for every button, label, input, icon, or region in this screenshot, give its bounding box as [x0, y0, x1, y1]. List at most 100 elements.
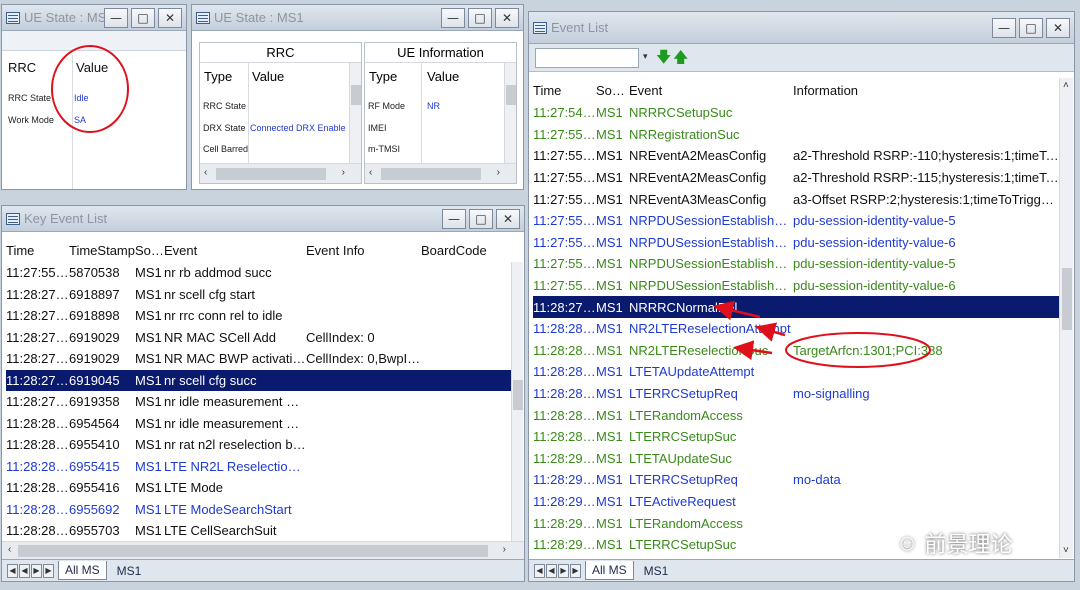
ue-info-vertical-scrollbar[interactable] [504, 63, 516, 163]
first-tab-icon[interactable]: ◀ [7, 563, 18, 578]
rrc-horizontal-scrollbar[interactable]: ‹ › [200, 163, 361, 183]
table-row[interactable]: 11:28:29.906MS1 LTEActiveRequest [533, 491, 1059, 513]
key-event-vertical-scrollbar[interactable] [511, 262, 523, 542]
minimize-button[interactable]: — [992, 18, 1016, 38]
last-tab-icon[interactable]: ▶ [43, 563, 54, 578]
col-time[interactable]: Time [533, 78, 596, 102]
scroll-right-icon[interactable]: › [497, 167, 500, 178]
table-row[interactable]: 11:28:27.5736918898 MS1nr rrc conn rel to… [6, 305, 511, 327]
next-tab-icon[interactable]: ▶ [558, 563, 569, 578]
minimize-button[interactable]: — [104, 8, 128, 28]
col-boardcode[interactable]: BoardCode [421, 238, 511, 262]
table-row[interactable]: 11:27:55.225MS1 NRPDUSessionEstablishAtte… [533, 210, 1059, 232]
scroll-thumb[interactable] [351, 85, 361, 105]
table-row[interactable]: 11:28:27.5776919029 MS1NR MAC SCell Add Ce… [6, 327, 511, 349]
table-row[interactable]: 11:28:27.5876919358 MS1nr idle measuremen… [6, 391, 511, 413]
table-row[interactable]: 11:27:55.453MS1 NRPDUSessionEstablishSucp… [533, 253, 1059, 275]
table-row[interactable]: 11:28:27.5776919029 MS1NR MAC BWP activat… [6, 348, 511, 370]
scroll-left-icon[interactable]: ‹ [204, 167, 207, 178]
minimize-button[interactable]: — [441, 8, 465, 28]
col-source[interactable]: Sou... [135, 238, 164, 262]
prev-tab-icon[interactable]: ◀ [19, 563, 30, 578]
scroll-right-icon[interactable]: › [503, 544, 506, 555]
maximize-button[interactable]: □ [468, 8, 492, 28]
close-button[interactable]: ✕ [496, 209, 520, 229]
table-row[interactable]: 11:28:28.6886955416 MS1LTE Mode [6, 477, 511, 499]
table-row[interactable]: 11:27:55.5765870538 MS1nr rb addmod succ [6, 262, 511, 284]
table-row[interactable]: 11:28:28.6876955410 MS1nr rat n2l reselec… [6, 434, 511, 456]
table-row[interactable]: 11:28:28.917MS1 LTERRCSetupSuc [533, 426, 1059, 448]
col-information[interactable]: Information [793, 78, 1059, 102]
table-row[interactable]: 11:27:55.571MS1 NRPDUSessionEstablishSucp… [533, 275, 1059, 297]
col-event-info[interactable]: Event Info [306, 238, 421, 262]
col-event[interactable]: Event [164, 238, 306, 262]
scroll-thumb[interactable] [381, 168, 481, 180]
col-rrc-header[interactable]: RRC [8, 60, 36, 75]
table-row[interactable]: 11:27:55.234MS1 NRPDUSessionEstablishAtte… [533, 232, 1059, 254]
scroll-thumb[interactable] [1062, 268, 1072, 330]
move-down-icon[interactable]: 🡇 [656, 47, 671, 72]
table-row[interactable]: 11:28:28.6886955415 MS1LTE NR2L Reselecti… [6, 456, 511, 478]
event-list-titlebar[interactable]: Event List — □ ✕ [529, 12, 1074, 44]
tab-all-ms[interactable]: All MS [58, 561, 107, 580]
scroll-thumb[interactable] [506, 85, 516, 105]
filter-dropdown-icon[interactable]: ▾ [643, 51, 648, 62]
last-tab-icon[interactable]: ▶ [570, 563, 581, 578]
table-row[interactable]: 11:28:28.887MS1 LTERRCSetupReq mo-signalli… [533, 383, 1059, 405]
cell-source: MS1 [596, 407, 623, 423]
col-timestamp[interactable]: TimeStamp [69, 238, 135, 262]
cell-timestamp: 6954564 [69, 415, 120, 431]
ue-state-1-titlebar[interactable]: UE State : MS1 — □ ✕ [2, 5, 186, 31]
filter-input[interactable] [535, 48, 639, 68]
table-row[interactable]: 11:27:55.212MS1 NREventA2MeasConfig a2-Thr… [533, 167, 1059, 189]
rrc-vertical-scrollbar[interactable] [349, 63, 361, 163]
scroll-thumb[interactable] [216, 168, 326, 180]
table-row[interactable]: 11:28:29.108MS1 LTETAUpdateSuc [533, 448, 1059, 470]
ue-info-horizontal-scrollbar[interactable]: ‹ › [365, 163, 516, 183]
table-row[interactable]: 11:28:28.6966955692 MS1LTE ModeSearchStar… [6, 499, 511, 521]
maximize-button[interactable]: □ [1019, 18, 1043, 38]
table-row[interactable]: 11:28:27.5776919045MS1nr scell cfg succ [6, 369, 511, 391]
ue-col-type[interactable]: Type [369, 69, 397, 84]
key-event-list-titlebar[interactable]: Key Event List — □ ✕ [2, 206, 524, 232]
cell-information [793, 426, 1059, 448]
prev-tab-icon[interactable]: ◀ [546, 563, 557, 578]
col-source[interactable]: Sou... [596, 78, 629, 102]
maximize-button[interactable]: □ [469, 209, 493, 229]
col-event[interactable]: Event [629, 78, 793, 102]
table-row[interactable]: 11:28:27.5736918897 MS1nr scell cfg start [6, 284, 511, 306]
scroll-thumb[interactable] [513, 380, 523, 410]
scroll-left-icon[interactable]: ‹ [8, 544, 11, 555]
table-row[interactable]: 11:28:28.900MS1 LTERandomAccess [533, 404, 1059, 426]
table-row[interactable]: 11:27:55.212MS1 NREventA2MeasConfig a2-Thr… [533, 145, 1059, 167]
tab-ms1[interactable]: MS1 [111, 562, 148, 580]
close-button[interactable]: ✕ [495, 8, 519, 28]
table-row[interactable]: 11:27:55.206MS1 NRRegistrationSuc [533, 124, 1059, 146]
table-row[interactable]: 11:27:54.237MS1 NRRRCSetupSuc [533, 102, 1059, 124]
rrc-col-value[interactable]: Value [252, 69, 284, 84]
scroll-right-icon[interactable]: › [342, 167, 345, 178]
table-row[interactable]: 11:27:55.212MS1 NREventA3MeasConfig a3-Off… [533, 188, 1059, 210]
next-tab-icon[interactable]: ▶ [31, 563, 42, 578]
ue-state-2-titlebar[interactable]: UE State : MS1 — □ ✕ [192, 5, 523, 31]
close-button[interactable]: ✕ [1046, 18, 1070, 38]
tab-all-ms[interactable]: All MS [585, 561, 634, 580]
ue-col-value[interactable]: Value [427, 69, 459, 84]
table-row[interactable]: 11:28:28.6626954564 MS1nr idle measuremen… [6, 413, 511, 435]
tab-ms1[interactable]: MS1 [638, 562, 675, 580]
event-list-vertical-scrollbar[interactable]: ˄ ˅ [1059, 78, 1073, 558]
move-up-icon[interactable]: 🡅 [673, 47, 688, 72]
col-time[interactable]: Time [6, 238, 69, 262]
scroll-down-icon[interactable]: ˅ [1063, 545, 1069, 556]
scroll-thumb[interactable] [18, 545, 488, 557]
minimize-button[interactable]: — [442, 209, 466, 229]
close-button[interactable]: ✕ [158, 8, 182, 28]
key-event-horizontal-scrollbar[interactable]: ‹ › [2, 541, 524, 559]
table-row[interactable]: 11:28:28.6966955703 MS1LTE CellSearchSuit [6, 520, 511, 541]
scroll-up-icon[interactable]: ˄ [1063, 80, 1069, 91]
first-tab-icon[interactable]: ◀ [534, 563, 545, 578]
maximize-button[interactable]: □ [131, 8, 155, 28]
table-row[interactable]: 11:28:29.906MS1 LTERRCSetupReq mo-data [533, 469, 1059, 491]
rrc-col-type[interactable]: Type [204, 69, 232, 84]
scroll-left-icon[interactable]: ‹ [369, 167, 372, 178]
